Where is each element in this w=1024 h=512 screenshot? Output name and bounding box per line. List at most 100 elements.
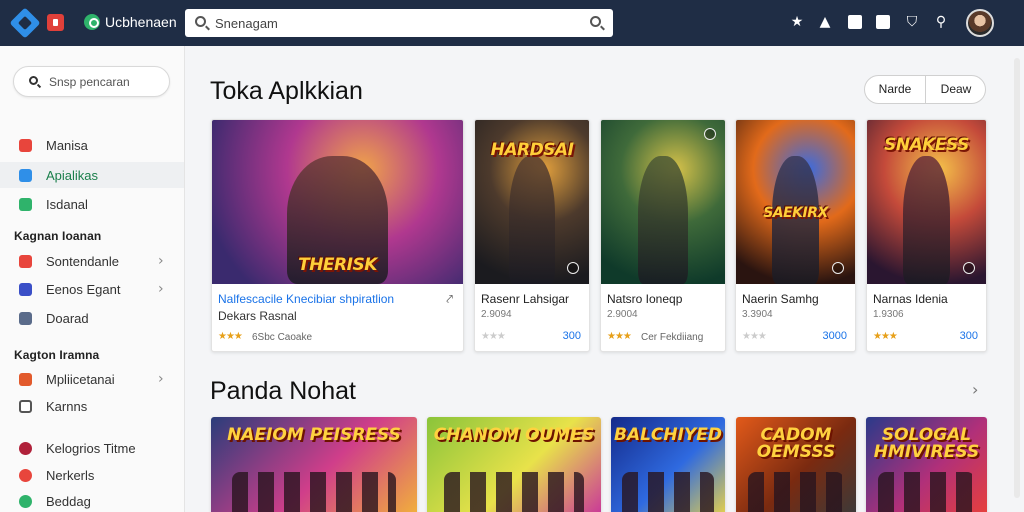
store-icon[interactable] <box>47 14 64 31</box>
tile-figures <box>444 472 584 512</box>
rating-stars: ★★★ <box>218 331 243 342</box>
library-icon <box>19 442 32 455</box>
app-name[interactable]: Natsro Ioneqp <box>607 292 682 306</box>
sidebar-item-nerkerls[interactable]: Nerkerls <box>0 462 184 488</box>
hero-figure <box>509 156 555 284</box>
sidebar: Snsp pencaran Manisa Apialikas Isdanal K… <box>0 46 185 512</box>
chevron-right-icon: › <box>158 371 164 387</box>
app-meta: Cer Fekdiiang <box>641 332 704 343</box>
sidebar-item-label: Sontendanle <box>46 254 120 269</box>
app-card[interactable]: SNAKESS Narnas Idenia 1.9306 ★★★ 300 <box>866 119 987 352</box>
search-icon[interactable]: ⚲ <box>934 15 948 29</box>
sidebar-item-label: Manisa <box>46 138 88 153</box>
game-tile[interactable]: SOLOGAL HMIVIRESS <box>866 417 987 512</box>
app-icon <box>19 139 32 152</box>
category-icon <box>19 255 32 268</box>
sidebar-item-label: Eenos Egant <box>46 282 121 297</box>
sidebar-item-isdanal[interactable]: Isdanal <box>0 191 184 217</box>
tile-title: NAEIOM PEISRESS <box>227 425 401 445</box>
app-size: 1.9306 <box>873 309 904 320</box>
sidebar-item-doarad[interactable]: Doarad <box>0 305 184 331</box>
app-price[interactable]: 300 <box>563 330 581 342</box>
app-card[interactable]: Natsro Ioneqp 2.9004 ★★★ Cer Fekdiiang <box>600 119 726 352</box>
share-icon[interactable]: ⤤ <box>446 292 453 307</box>
game-tile[interactable]: BALCHIYED <box>611 417 725 512</box>
view-toggle: Narde Deaw <box>864 75 986 104</box>
sidebar-item-label: Mpliicetanai <box>46 372 115 387</box>
bookmark-icon[interactable] <box>876 15 890 29</box>
sidebar-item-mpliicetanai[interactable]: Mpliicetanai › <box>0 366 184 392</box>
sidebar-search-placeholder: Snsp pencaran <box>49 75 130 89</box>
app-size: 3.3904 <box>742 309 773 320</box>
game-tile[interactable]: CHANOM OUMES <box>427 417 601 512</box>
app-card[interactable]: THERISK Nalfescacile Knecibiar shpiratli… <box>211 119 464 352</box>
app-card[interactable]: SAEKIRX Naerin Samhg 3.3904 ★★★ 3000 <box>735 119 856 352</box>
cover-title: SNAKESS <box>884 135 969 155</box>
app-size: 2.9094 <box>481 309 512 320</box>
settings-icon[interactable] <box>848 15 862 29</box>
sidebar-item-eenos-egant[interactable]: Eenos Egant › <box>0 276 184 302</box>
game-tile[interactable]: NAEIOM PEISRESS <box>211 417 417 512</box>
sidebar-item-karnns[interactable]: Karnns <box>0 393 184 419</box>
app-name[interactable]: Nalfescacile Knecibiar shpiratlion <box>218 292 394 306</box>
games-icon <box>19 198 32 211</box>
sidebar-item-kelogrios-titme[interactable]: Kelogrios Titme <box>0 435 184 461</box>
app-price[interactable]: 300 <box>960 330 978 342</box>
category-icon <box>19 400 32 413</box>
rating-stars: ★★★ <box>607 331 632 342</box>
app-logo-icon[interactable] <box>9 7 41 39</box>
tile-title: CHANOM OUMES <box>433 425 595 445</box>
chevron-right-icon[interactable]: › <box>972 380 978 399</box>
app-name[interactable]: Rasenr Lahsigar <box>481 292 569 306</box>
section-title: Panda Nohat <box>210 377 356 405</box>
sidebar-item-beddag[interactable]: Beddag <box>0 488 184 512</box>
sidebar-item-label: Apialikas <box>46 168 99 183</box>
sidebar-item-label: Doarad <box>46 311 89 326</box>
app-price[interactable]: 3000 <box>823 330 847 342</box>
search-icon <box>195 16 206 27</box>
star-icon[interactable]: ★ <box>790 15 804 29</box>
badge-icon <box>567 262 579 274</box>
page-title: Toka Aplkkian <box>210 77 363 105</box>
sidebar-item-manisa[interactable]: Manisa <box>0 132 184 158</box>
sidebar-item-label: Nerkerls <box>46 468 95 483</box>
search-submit-icon[interactable] <box>590 16 601 27</box>
search-icon <box>29 76 38 85</box>
notifications-icon <box>19 469 32 482</box>
chevron-right-icon: › <box>158 253 164 269</box>
sidebar-item-label: Kelogrios Titme <box>46 441 136 456</box>
app-name[interactable]: Naerin Samhg <box>742 292 819 306</box>
sidebar-item-label: Isdanal <box>46 197 88 212</box>
app-cover-image: THERISK <box>212 120 463 284</box>
app-card[interactable]: HARDSAI Rasenr Lahsigar 2.9094 ★★★ 300 <box>474 119 590 352</box>
rating-stars: ★★★ <box>481 331 506 342</box>
sidebar-section-title: Kagton Iramna <box>14 348 100 362</box>
hero-figure <box>902 156 951 284</box>
scrollbar[interactable] <box>1014 58 1020 498</box>
game-tile[interactable]: CADOM OEMSSS <box>736 417 856 512</box>
app-cover-image: HARDSAI <box>475 120 589 284</box>
toggle-right-button[interactable]: Deaw <box>926 76 986 103</box>
avatar[interactable] <box>966 9 994 37</box>
chevron-right-icon: › <box>158 281 164 297</box>
app-name[interactable]: Narnas Idenia <box>873 292 948 306</box>
sidebar-item-sontendanle[interactable]: Sontendanle › <box>0 248 184 274</box>
category-icon <box>19 373 32 386</box>
toggle-left-button[interactable]: Narde <box>865 76 926 103</box>
sidebar-item-label: Karnns <box>46 399 88 414</box>
brand-icon <box>84 14 100 30</box>
tile-figures <box>622 472 714 512</box>
search-input[interactable]: Snenagam <box>185 9 613 37</box>
badge-icon <box>963 262 975 274</box>
shield-icon[interactable]: ⛉ <box>905 15 919 29</box>
arrow-up-icon[interactable]: ▲ <box>818 15 832 29</box>
sidebar-item-label: Beddag <box>46 494 91 509</box>
brand-name[interactable]: Ucbhenaen <box>105 14 177 30</box>
tile-figures <box>878 472 975 512</box>
search-placeholder: Snenagam <box>215 16 278 31</box>
sidebar-item-apialikas[interactable]: Apialikas <box>0 162 184 188</box>
cover-title: SAEKIRX <box>763 205 828 221</box>
sidebar-search-input[interactable]: Snsp pencaran <box>13 66 170 97</box>
tile-title: BALCHIYED <box>613 425 722 445</box>
sidebar-section-title: Kagnan Ioanan <box>14 229 102 243</box>
